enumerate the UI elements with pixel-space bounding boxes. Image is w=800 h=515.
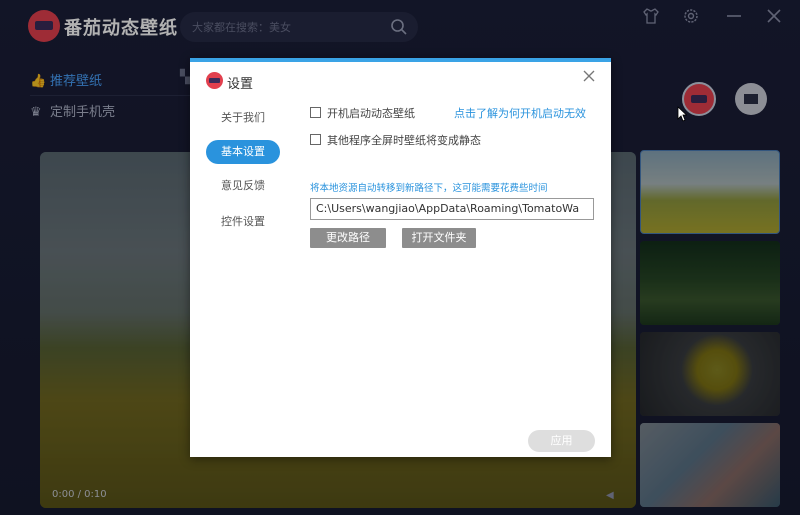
app-window: 番茄动态壁纸 大家都在搜索：美女 👍 推荐壁纸 ▚ ♛ 定制手机壳 0:00 /… bbox=[0, 0, 800, 515]
autostart-option[interactable]: 开机启动动态壁纸 bbox=[310, 105, 415, 121]
sidebar-item-about[interactable]: 关于我们 bbox=[206, 106, 280, 130]
open-folder-button[interactable]: 打开文件夹 bbox=[402, 228, 476, 248]
sidebar-item-basic-settings[interactable]: 基本设置 bbox=[206, 140, 280, 164]
settings-dialog: 设置 关于我们 基本设置 意见反馈 控件设置 开机启动动态壁纸 点击了解为何开机… bbox=[190, 58, 611, 457]
dialog-logo bbox=[206, 72, 223, 89]
storage-hint: 将本地资源自动转移到新路径下，这可能需要花费些时间 bbox=[310, 183, 548, 194]
fullscreen-static-checkbox[interactable] bbox=[310, 134, 321, 145]
fullscreen-static-option[interactable]: 其他程序全屏时壁纸将变成静态 bbox=[310, 132, 481, 148]
sidebar-item-feedback[interactable]: 意见反馈 bbox=[206, 174, 280, 198]
apply-button[interactable]: 应用 bbox=[528, 430, 595, 452]
change-path-button[interactable]: 更改路径 bbox=[310, 228, 386, 248]
dialog-title: 设置 bbox=[227, 77, 254, 92]
sidebar-item-widget-settings[interactable]: 控件设置 bbox=[206, 210, 280, 234]
autostart-label: 开机启动动态壁纸 bbox=[327, 107, 415, 120]
storage-path-field[interactable]: C:\Users\wangjiao\AppData\Roaming\Tomato… bbox=[310, 198, 594, 220]
mouse-cursor-icon bbox=[677, 106, 687, 122]
autostart-checkbox[interactable] bbox=[310, 107, 321, 118]
close-icon[interactable] bbox=[581, 68, 597, 84]
autostart-help-link[interactable]: 点击了解为何开机启动无效 bbox=[454, 105, 586, 121]
fullscreen-static-label: 其他程序全屏时壁纸将变成静态 bbox=[327, 134, 481, 147]
